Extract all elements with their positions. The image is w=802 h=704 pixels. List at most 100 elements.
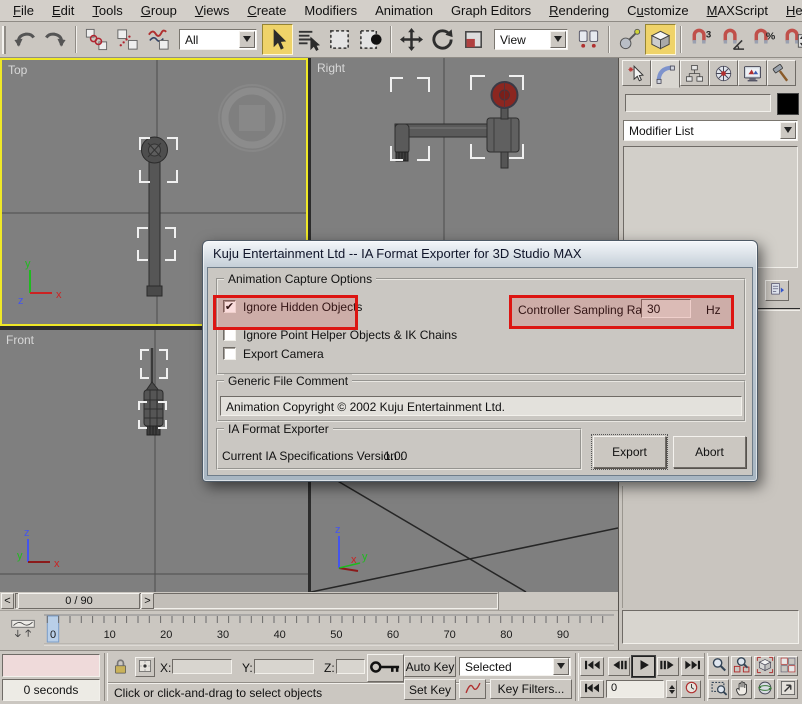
- time-display: 0 seconds: [2, 679, 100, 701]
- zoom-all-button[interactable]: [731, 656, 752, 676]
- chevron-down-icon[interactable]: [780, 122, 796, 139]
- snap-3d-button[interactable]: 3: [686, 24, 717, 55]
- select-by-name-button[interactable]: [293, 24, 324, 55]
- set-keys-button[interactable]: [367, 654, 404, 682]
- go-to-start-button[interactable]: [580, 657, 604, 676]
- key-filters-button[interactable]: Key Filters...: [490, 679, 572, 699]
- zoom-extents-all-button[interactable]: [777, 656, 798, 676]
- menu-file[interactable]: File: [4, 1, 43, 20]
- frame-spinner[interactable]: [666, 680, 677, 698]
- spinner-down-icon[interactable]: [667, 689, 676, 697]
- time-configuration-button[interactable]: [681, 680, 701, 698]
- menu-bar: FileEditToolsGroupViewsCreateModifiersAn…: [0, 0, 802, 22]
- menu-views[interactable]: Views: [186, 1, 238, 20]
- current-frame-field[interactable]: 0: [606, 680, 664, 698]
- use-pivot-point-center-button[interactable]: [573, 24, 604, 55]
- select-and-move-button[interactable]: [396, 24, 427, 55]
- menu-modifiers[interactable]: Modifiers: [295, 1, 366, 20]
- spinner-snap-button[interactable]: [779, 24, 802, 55]
- angle-snap-button[interactable]: [717, 24, 748, 55]
- abort-button[interactable]: Abort: [673, 436, 746, 468]
- checkbox-export-camera[interactable]: [223, 347, 236, 360]
- svg-text:30: 30: [217, 629, 229, 641]
- svg-text:80: 80: [500, 629, 512, 641]
- maxscript-mini-listener[interactable]: [2, 654, 100, 677]
- key-selection-dropdown[interactable]: Selected: [459, 657, 571, 676]
- select-and-manipulate-button[interactable]: [614, 24, 645, 55]
- select-object-button[interactable]: [262, 24, 293, 55]
- x-coordinate-field[interactable]: [172, 659, 232, 674]
- select-and-uniform-scale-button[interactable]: [458, 24, 489, 55]
- menu-group[interactable]: Group: [132, 1, 186, 20]
- modify-tab[interactable]: [651, 60, 680, 88]
- menu-tools[interactable]: Tools: [83, 1, 131, 20]
- time-slider-handle[interactable]: 0 / 90: [18, 593, 140, 609]
- arc-rotate-button[interactable]: [754, 679, 775, 699]
- menu-create[interactable]: Create: [238, 1, 295, 20]
- selection-lock-icon[interactable]: [111, 657, 130, 676]
- time-slider-prev-button[interactable]: <: [1, 593, 14, 609]
- toolbar-drag-handle[interactable]: [2, 26, 6, 54]
- zoom-button[interactable]: [708, 656, 729, 676]
- select-and-rotate-button[interactable]: [427, 24, 458, 55]
- selection-filter-dropdown[interactable]: All: [179, 29, 257, 50]
- menu-rendering[interactable]: Rendering: [540, 1, 618, 20]
- checkbox-ignore-point-helper-objects-ik-chains[interactable]: [223, 328, 236, 341]
- unlink-selection-button[interactable]: [112, 24, 143, 55]
- default-in-out-tangents-button[interactable]: [459, 679, 486, 699]
- chevron-down-icon[interactable]: [553, 658, 569, 675]
- chevron-down-icon[interactable]: [239, 31, 255, 48]
- rectangular-selection-region-button[interactable]: [324, 24, 355, 55]
- menu-help[interactable]: Help: [777, 1, 802, 20]
- track-bar-ruler[interactable]: 0102030405060708090: [44, 613, 614, 649]
- reference-coordinate-system-dropdown[interactable]: View: [494, 29, 568, 50]
- faucet-front-view: [144, 348, 163, 435]
- absolute-mode-toggle[interactable]: [135, 657, 155, 677]
- bind-to-space-warp-button[interactable]: [143, 24, 174, 55]
- time-slider-bar: < 0 / 90 >: [0, 592, 618, 611]
- y-coordinate-field[interactable]: [254, 659, 314, 674]
- undo-button[interactable]: [9, 24, 40, 55]
- z-coordinate-field[interactable]: [336, 659, 365, 674]
- menu-edit[interactable]: Edit: [43, 1, 83, 20]
- utilities-tab[interactable]: [767, 60, 796, 86]
- zoom-extents-button[interactable]: [754, 656, 775, 676]
- menu-customize[interactable]: Customize: [618, 1, 697, 20]
- auto-key-button[interactable]: Auto Key: [404, 656, 456, 677]
- key-selection-value: Selected: [460, 660, 553, 674]
- percent-snap-button[interactable]: %: [748, 24, 779, 55]
- display-tab[interactable]: [738, 60, 767, 86]
- pan-button[interactable]: [731, 679, 752, 699]
- motion-tab[interactable]: [709, 60, 738, 86]
- modifier-list-dropdown[interactable]: Modifier List: [623, 120, 798, 141]
- menu-maxscript[interactable]: MAXScript: [698, 1, 777, 20]
- menu-graph-editors[interactable]: Graph Editors: [442, 1, 540, 20]
- object-color-swatch[interactable]: [777, 93, 799, 115]
- snap-toggle-button[interactable]: [645, 24, 676, 55]
- next-frame-button[interactable]: [657, 657, 679, 676]
- export-button[interactable]: Export: [593, 436, 666, 468]
- configure-modifier-sets-button[interactable]: [765, 280, 789, 301]
- time-slider-next-button[interactable]: >: [141, 593, 154, 609]
- spinner-up-icon[interactable]: [667, 681, 676, 689]
- play-button[interactable]: [632, 656, 655, 677]
- redo-button[interactable]: [40, 24, 71, 55]
- set-key-button[interactable]: Set Key: [404, 679, 456, 700]
- key-mode-toggle-button[interactable]: [580, 680, 604, 698]
- file-comment-field[interactable]: Animation Copyright © 2002 Kuju Entertai…: [220, 396, 742, 416]
- create-tab[interactable]: [622, 60, 651, 86]
- zoom-region-button[interactable]: [708, 679, 729, 699]
- select-and-link-button[interactable]: [81, 24, 112, 55]
- min-max-toggle-button[interactable]: [777, 679, 798, 699]
- menu-animation[interactable]: Animation: [366, 1, 442, 20]
- go-to-end-button[interactable]: [681, 657, 705, 676]
- object-name-field[interactable]: [625, 94, 771, 112]
- open-mini-curve-editor-button[interactable]: [7, 617, 38, 643]
- previous-frame-button[interactable]: [608, 657, 630, 676]
- checkbox-ignore-hidden-objects[interactable]: ✔: [223, 300, 236, 313]
- zoom-region-icon: [710, 679, 728, 700]
- chevron-down-icon[interactable]: [550, 31, 566, 48]
- sampling-rate-field[interactable]: 30: [641, 299, 691, 318]
- window-crossing-toggle-button[interactable]: [355, 24, 386, 55]
- hierarchy-tab[interactable]: [680, 60, 709, 86]
